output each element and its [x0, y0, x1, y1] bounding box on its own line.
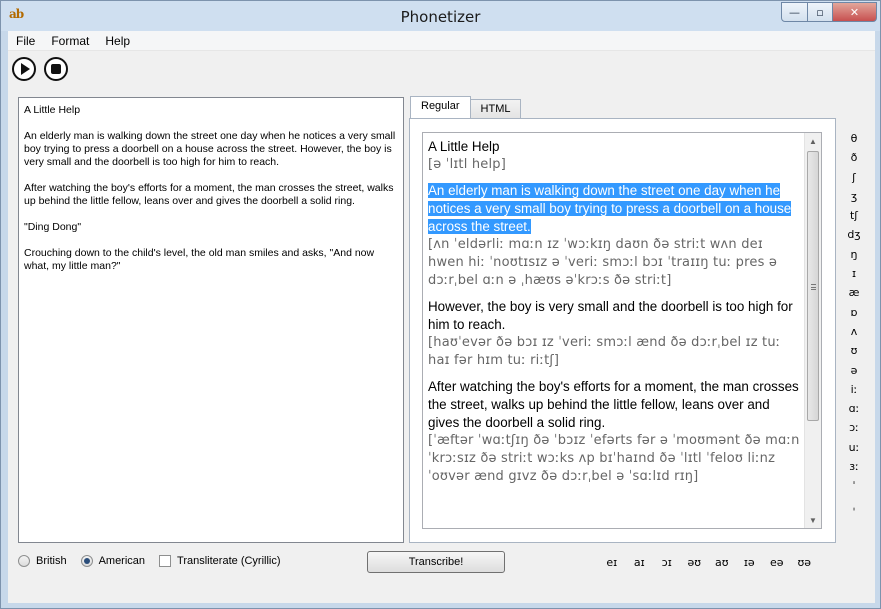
diphthong-button[interactable]: eə	[763, 556, 791, 569]
input-paragraph: After watching the boy's efforts for a m…	[24, 182, 397, 207]
diphthong-button[interactable]: ɪə	[736, 556, 764, 569]
play-button[interactable]	[12, 57, 36, 81]
play-icon	[21, 63, 30, 75]
symbol-button[interactable]: ɜː	[842, 457, 866, 476]
english-line-selected: An elderly man is walking down the stree…	[428, 182, 801, 236]
transcription-block: An elderly man is walking down the stree…	[428, 182, 801, 290]
output-tabs: Regular HTML	[410, 96, 522, 119]
ipa-line: [ˈæftər ˈwɑːtʃɪŋ ðə ˈbɔɪz ˈefərts fər ə …	[428, 433, 800, 484]
input-paragraph: Crouching down to the child's level, the…	[24, 247, 378, 272]
british-label: British	[36, 555, 67, 567]
client-area: File Format Help A Little Help An elderl…	[8, 31, 875, 603]
symbol-button[interactable]: ʊ	[842, 341, 866, 360]
english-line: After watching the boy's efforts for a m…	[428, 379, 799, 430]
close-button[interactable]: ✕	[832, 2, 877, 22]
minimize-button[interactable]: —	[781, 2, 808, 22]
app-window: ab Phonetizer — ▫ ✕ File Format Help A L…	[0, 0, 881, 609]
american-label: American	[98, 555, 146, 567]
diphthong-button[interactable]: əʊ	[681, 556, 709, 569]
toolbar	[8, 53, 875, 83]
ipa-line: [ʌn ˈeldərliː mɑːn ɪz ˈwɔːkɪŋ daʊn ðə st…	[428, 237, 778, 288]
title-bar[interactable]: ab Phonetizer — ▫ ✕	[1, 1, 880, 31]
ipa-line: [ə ˈlɪtl help]	[428, 157, 507, 172]
transliterate-label: Transliterate (Cyrillic)	[177, 555, 281, 567]
diphthong-button[interactable]: eɪ	[598, 556, 626, 569]
english-line: However, the boy is very small and the d…	[428, 299, 793, 332]
symbol-button[interactable]: ˌ	[842, 496, 866, 515]
symbol-button[interactable]: ɪ	[842, 264, 866, 283]
symbol-button[interactable]: dʒ	[842, 225, 866, 244]
english-line: A Little Help	[428, 139, 500, 154]
transcription-block: After watching the boy's efforts for a m…	[428, 378, 801, 486]
symbol-button[interactable]: tʃ	[842, 206, 866, 225]
symbol-button[interactable]: ɑː	[842, 399, 866, 418]
window-title: Phonetizer	[400, 8, 481, 26]
menu-file[interactable]: File	[8, 31, 43, 51]
ipa-line: [haʊˈevər ðə bɔɪ ɪz ˈveriː smɔːl ænd ðə …	[428, 335, 781, 368]
diphthong-button[interactable]: aʊ	[708, 556, 736, 569]
grip-icon	[811, 284, 816, 290]
scroll-thumb[interactable]	[807, 151, 819, 421]
input-paragraph: An elderly man is walking down the stree…	[24, 130, 399, 168]
symbol-button[interactable]: ɒ	[842, 303, 866, 322]
transcribe-button[interactable]: Transcribe!	[367, 551, 505, 573]
transcription-block: However, the boy is very small and the d…	[428, 298, 801, 370]
menu-bar: File Format Help	[8, 31, 875, 51]
diphthong-button[interactable]: ɔɪ	[653, 556, 681, 569]
accent-options: British American Transliterate (Cyrillic…	[18, 555, 295, 567]
symbol-button[interactable]: ʃ	[842, 168, 866, 187]
symbol-button[interactable]: iː	[842, 380, 866, 399]
diphthong-button[interactable]: aɪ	[626, 556, 654, 569]
british-option[interactable]: British	[18, 555, 67, 567]
american-option[interactable]: American	[80, 555, 146, 567]
diphthong-palette: eɪ aɪ ɔɪ əʊ aʊ ɪə eə ʊə	[598, 556, 818, 569]
maximize-button[interactable]: ▫	[807, 2, 833, 22]
scroll-up-arrow-icon[interactable]: ▲	[805, 133, 821, 149]
symbol-button[interactable]: ʒ	[842, 187, 866, 206]
tab-regular[interactable]: Regular	[410, 96, 471, 118]
input-text-area[interactable]: A Little Help An elderly man is walking …	[18, 97, 404, 543]
ipa-symbol-palette: θ ð ʃ ʒ tʃ dʒ ŋ ɪ æ ɒ ʌ ʊ ə iː ɑː ɔː uː …	[842, 129, 866, 515]
symbol-button[interactable]: ʌ	[842, 322, 866, 341]
scroll-down-arrow-icon[interactable]: ▼	[805, 512, 821, 528]
transliterate-option[interactable]: Transliterate (Cyrillic)	[159, 555, 281, 567]
input-paragraph: A Little Help	[24, 104, 81, 116]
tab-panel-regular: A Little Help [ə ˈlɪtl help] An elderly …	[409, 118, 836, 543]
selection-highlight: An elderly man is walking down the stree…	[428, 183, 792, 234]
menu-format[interactable]: Format	[43, 31, 97, 51]
menu-help[interactable]: Help	[97, 31, 138, 51]
transliterate-checkbox[interactable]	[159, 555, 172, 567]
stop-icon	[51, 64, 61, 74]
symbol-button[interactable]: ɔː	[842, 418, 866, 437]
symbol-button[interactable]: ŋ	[842, 245, 866, 264]
bottom-bar: British American Transliterate (Cyrillic…	[8, 547, 875, 579]
symbol-button[interactable]: uː	[842, 438, 866, 457]
symbol-button[interactable]: ˈ	[842, 476, 866, 495]
symbol-button[interactable]: ə	[842, 361, 866, 380]
british-radio[interactable]	[18, 555, 30, 567]
diphthong-button[interactable]: ʊə	[791, 556, 819, 569]
tab-html[interactable]: HTML	[469, 99, 522, 119]
symbol-button[interactable]: ð	[842, 148, 866, 167]
vertical-scrollbar[interactable]: ▲ ▼	[804, 133, 821, 528]
transcription-output[interactable]: A Little Help [ə ˈlɪtl help] An elderly …	[422, 132, 822, 529]
american-radio[interactable]	[80, 555, 93, 567]
transcription-text: A Little Help [ə ˈlɪtl help] An elderly …	[428, 138, 801, 494]
symbol-button[interactable]: θ	[842, 129, 866, 148]
transcription-block: A Little Help [ə ˈlɪtl help]	[428, 138, 801, 174]
symbol-button[interactable]: æ	[842, 283, 866, 302]
stop-button[interactable]	[44, 57, 68, 81]
input-paragraph: "Ding Dong"	[24, 221, 82, 233]
